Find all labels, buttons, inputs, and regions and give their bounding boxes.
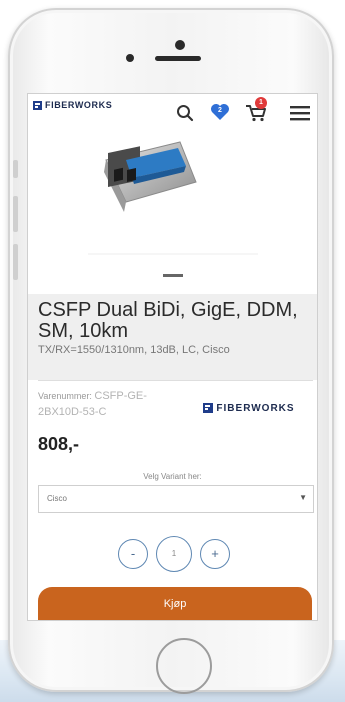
search-icon[interactable] — [176, 104, 194, 127]
quantity-input[interactable]: 1 — [156, 536, 192, 572]
buy-button[interactable]: Kjøp — [38, 587, 312, 620]
site-logo[interactable]: FIBERWORKS — [33, 100, 112, 110]
sku-label: Varenummer: — [38, 391, 92, 401]
quantity-increase-button[interactable]: + — [200, 539, 230, 569]
sku-block: Varenummer: CSFP-GE-2BX10D-53-C — [38, 388, 178, 420]
wishlist-count-badge: 2 — [218, 107, 222, 114]
logo-text: FIBERWORKS — [45, 100, 113, 110]
product-subtitle: TX/RX=1550/1310nm, 13dB, LC, Cisco — [38, 344, 230, 356]
variant-select[interactable]: Cisco ▼ — [38, 485, 314, 513]
site-header: FIBERWORKS 2 1 — [28, 94, 317, 134]
image-slider-indicator[interactable] — [163, 274, 183, 277]
phone-screen: FIBERWORKS 2 1 CSFP Dual BiDi, GigE, DDM… — [27, 93, 318, 621]
product-info: CSFP Dual BiDi, GigE, DDM, SM, 10km TX/R… — [28, 294, 317, 380]
divider — [38, 380, 313, 381]
sfp-module-image — [88, 141, 258, 255]
product-title: CSFP Dual BiDi, GigE, DDM, SM, 10km — [38, 299, 298, 342]
brand-logo-text: FIBERWORKS — [216, 402, 295, 414]
mute-switch — [13, 160, 18, 178]
logo-mark-icon — [33, 100, 42, 110]
product-image — [28, 120, 317, 290]
hamburger-menu-icon[interactable] — [290, 105, 310, 126]
front-sensor — [126, 54, 134, 62]
product-price: 808,- — [38, 434, 80, 454]
heart-icon[interactable]: 2 — [210, 103, 230, 126]
brand-logo: FIBERWORKS — [186, 390, 312, 426]
camera — [175, 40, 185, 50]
variant-label: Velg Variant her: — [143, 472, 202, 481]
volume-up-button — [13, 196, 18, 232]
cart-count-badge: 1 — [255, 97, 267, 109]
cart-icon[interactable]: 1 — [245, 97, 267, 127]
variant-selected-value: Cisco — [47, 494, 68, 503]
dropdown-arrow-icon: ▼ — [299, 493, 307, 502]
volume-down-button — [13, 244, 18, 280]
earpiece-speaker — [155, 56, 201, 61]
home-button[interactable] — [156, 638, 212, 694]
brand-logo-mark-icon — [203, 403, 214, 413]
quantity-decrease-button[interactable]: - — [118, 539, 148, 569]
